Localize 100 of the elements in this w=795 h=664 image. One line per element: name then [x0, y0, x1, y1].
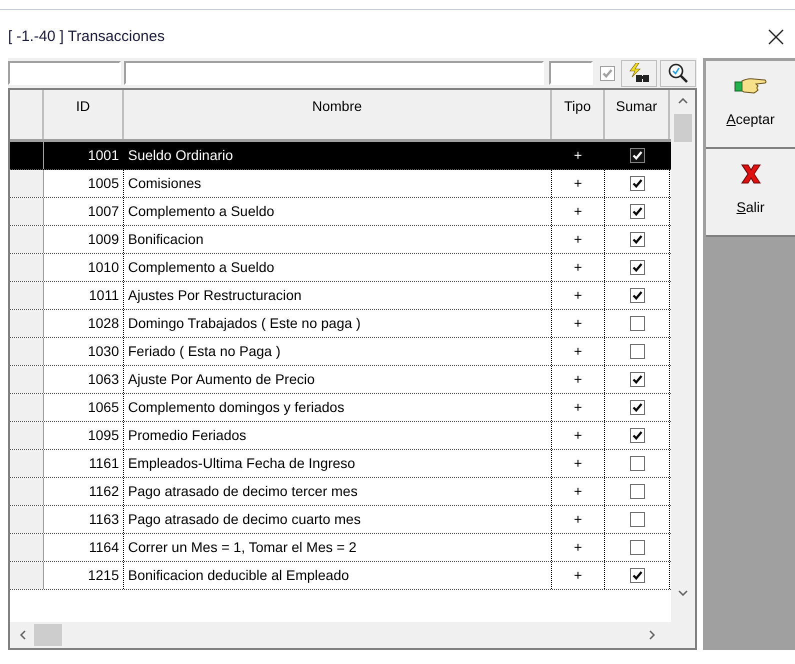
- table-row[interactable]: 1161 Empleados-Ultima Fecha de Ingreso +: [10, 450, 671, 478]
- table-cell: Comisiones: [124, 170, 552, 197]
- table-cell: +: [552, 478, 605, 505]
- table-cell: Empleados-Ultima Fecha de Ingreso: [124, 450, 552, 477]
- table-cell: 1063: [44, 366, 124, 393]
- checkbox[interactable]: [630, 344, 644, 359]
- checkbox[interactable]: [630, 148, 644, 163]
- table-row[interactable]: 1005 Comisiones +: [10, 170, 671, 198]
- table-cell: Bonificacion deducible al Empleado: [124, 562, 552, 589]
- column-header[interactable]: ID: [44, 90, 124, 139]
- column-header[interactable]: Tipo: [552, 90, 605, 139]
- table-row[interactable]: 1065 Complemento domingos y feriados +: [10, 394, 671, 422]
- table-cell: +: [552, 226, 605, 253]
- table-cell: +: [552, 198, 605, 225]
- table-cell: 1028: [44, 310, 124, 337]
- table-cell: 1161: [44, 450, 124, 477]
- table-cell: +: [552, 254, 605, 281]
- accept-button[interactable]: Aceptar: [706, 61, 795, 149]
- x-icon: [740, 163, 762, 185]
- table-row[interactable]: 1001 Sueldo Ordinario +: [10, 142, 671, 170]
- checkbox[interactable]: [630, 456, 644, 471]
- checkbox[interactable]: [630, 260, 644, 275]
- table-cell: 1215: [44, 562, 124, 589]
- table-cell: Complemento domingos y feriados: [124, 394, 552, 421]
- table-row[interactable]: 1095 Promedio Feriados +: [10, 422, 671, 450]
- table-row[interactable]: 1010 Complemento a Sueldo +: [10, 254, 671, 282]
- table-cell: +: [552, 394, 605, 421]
- checkbox[interactable]: [630, 484, 644, 499]
- id-filter-field[interactable]: [8, 61, 121, 85]
- close-icon: [768, 29, 784, 45]
- table-row[interactable]: 1009 Bonificacion +: [10, 226, 671, 254]
- table-cell: 1065: [44, 394, 124, 421]
- table-row[interactable]: 1007 Complemento a Sueldo +: [10, 198, 671, 226]
- table-cell: +: [552, 506, 605, 533]
- scroll-right-icon[interactable]: [649, 630, 655, 640]
- table-cell: Complemento a Sueldo: [124, 198, 552, 225]
- table-cell: +: [552, 422, 605, 449]
- checkbox[interactable]: [630, 204, 644, 219]
- scrollbar-thumb[interactable]: [674, 114, 692, 142]
- table-cell: +: [552, 534, 605, 561]
- table-row[interactable]: 1063 Ajuste Por Aumento de Precio +: [10, 366, 671, 394]
- search-icon: [667, 62, 689, 84]
- table-cell: +: [552, 142, 605, 169]
- table-cell: Domingo Trabajados ( Este no paga ): [124, 310, 552, 337]
- table-cell: 1162: [44, 478, 124, 505]
- lightning-binoculars-icon: [627, 63, 651, 83]
- table-row[interactable]: 1162 Pago atrasado de decimo tercer mes +: [10, 478, 671, 506]
- table-cell: Sueldo Ordinario: [124, 142, 552, 169]
- table-cell: Bonificacion: [124, 226, 552, 253]
- table-cell: 1005: [44, 170, 124, 197]
- table-row[interactable]: 1215 Bonificacion deducible al Empleado +: [10, 562, 671, 590]
- table-row[interactable]: 1011 Ajustes Por Restructuracion +: [10, 282, 671, 310]
- checkbox[interactable]: [630, 232, 644, 247]
- table-cell: 1010: [44, 254, 124, 281]
- table-cell: Complemento a Sueldo: [124, 254, 552, 281]
- filter-button[interactable]: [621, 60, 657, 86]
- table-cell: Feriado ( Esta no Paga ): [124, 338, 552, 365]
- checkbox[interactable]: [630, 316, 644, 331]
- checkbox[interactable]: [630, 568, 644, 583]
- table-cell: 1163: [44, 506, 124, 533]
- table-cell: 1001: [44, 142, 124, 169]
- search-button[interactable]: [660, 60, 696, 86]
- checkbox[interactable]: [630, 400, 644, 415]
- table-cell: +: [552, 170, 605, 197]
- checkbox[interactable]: [630, 512, 644, 527]
- checkbox[interactable]: [630, 176, 644, 191]
- table-row[interactable]: 1163 Pago atrasado de decimo cuarto mes +: [10, 506, 671, 534]
- column-header[interactable]: Nombre: [124, 90, 552, 139]
- table-cell: +: [552, 450, 605, 477]
- table-cell: 1164: [44, 534, 124, 561]
- type-filter-field[interactable]: [549, 61, 593, 85]
- checkbox[interactable]: [630, 372, 644, 387]
- name-filter-field[interactable]: [124, 61, 544, 85]
- table-cell: +: [552, 562, 605, 589]
- exit-button[interactable]: Salir: [706, 149, 795, 237]
- table-cell: Correr un Mes = 1, Tomar el Mes = 2: [124, 534, 552, 561]
- checkbox[interactable]: [630, 288, 644, 303]
- table-cell: 1009: [44, 226, 124, 253]
- table-cell: +: [552, 310, 605, 337]
- table-row[interactable]: 1030 Feriado ( Esta no Paga ) +: [10, 338, 671, 366]
- window-title: [ -1.-40 ] Transacciones: [8, 26, 165, 47]
- scroll-down-icon[interactable]: [678, 590, 688, 596]
- table-cell: 1030: [44, 338, 124, 365]
- checkbox[interactable]: [630, 428, 644, 443]
- scroll-up-icon[interactable]: [678, 98, 688, 104]
- scroll-left-icon[interactable]: [20, 630, 26, 640]
- table-cell: 1095: [44, 422, 124, 449]
- checkbox[interactable]: [630, 540, 644, 555]
- table-cell: Ajuste Por Aumento de Precio: [124, 366, 552, 393]
- table-cell: +: [552, 338, 605, 365]
- table-row[interactable]: 1028 Domingo Trabajados ( Este no paga ) +: [10, 310, 671, 338]
- scrollbar-thumb[interactable]: [34, 624, 62, 646]
- table-row[interactable]: 1164 Correr un Mes = 1, Tomar el Mes = 2 +: [10, 534, 671, 562]
- table-cell: Ajustes Por Restructuracion: [124, 282, 552, 309]
- table-cell: 1011: [44, 282, 124, 309]
- table-cell: Pago atrasado de decimo cuarto mes: [124, 506, 552, 533]
- table-cell: Pago atrasado de decimo tercer mes: [124, 478, 552, 505]
- table-cell: +: [552, 366, 605, 393]
- table-cell: +: [552, 282, 605, 309]
- table-cell: 1007: [44, 198, 124, 225]
